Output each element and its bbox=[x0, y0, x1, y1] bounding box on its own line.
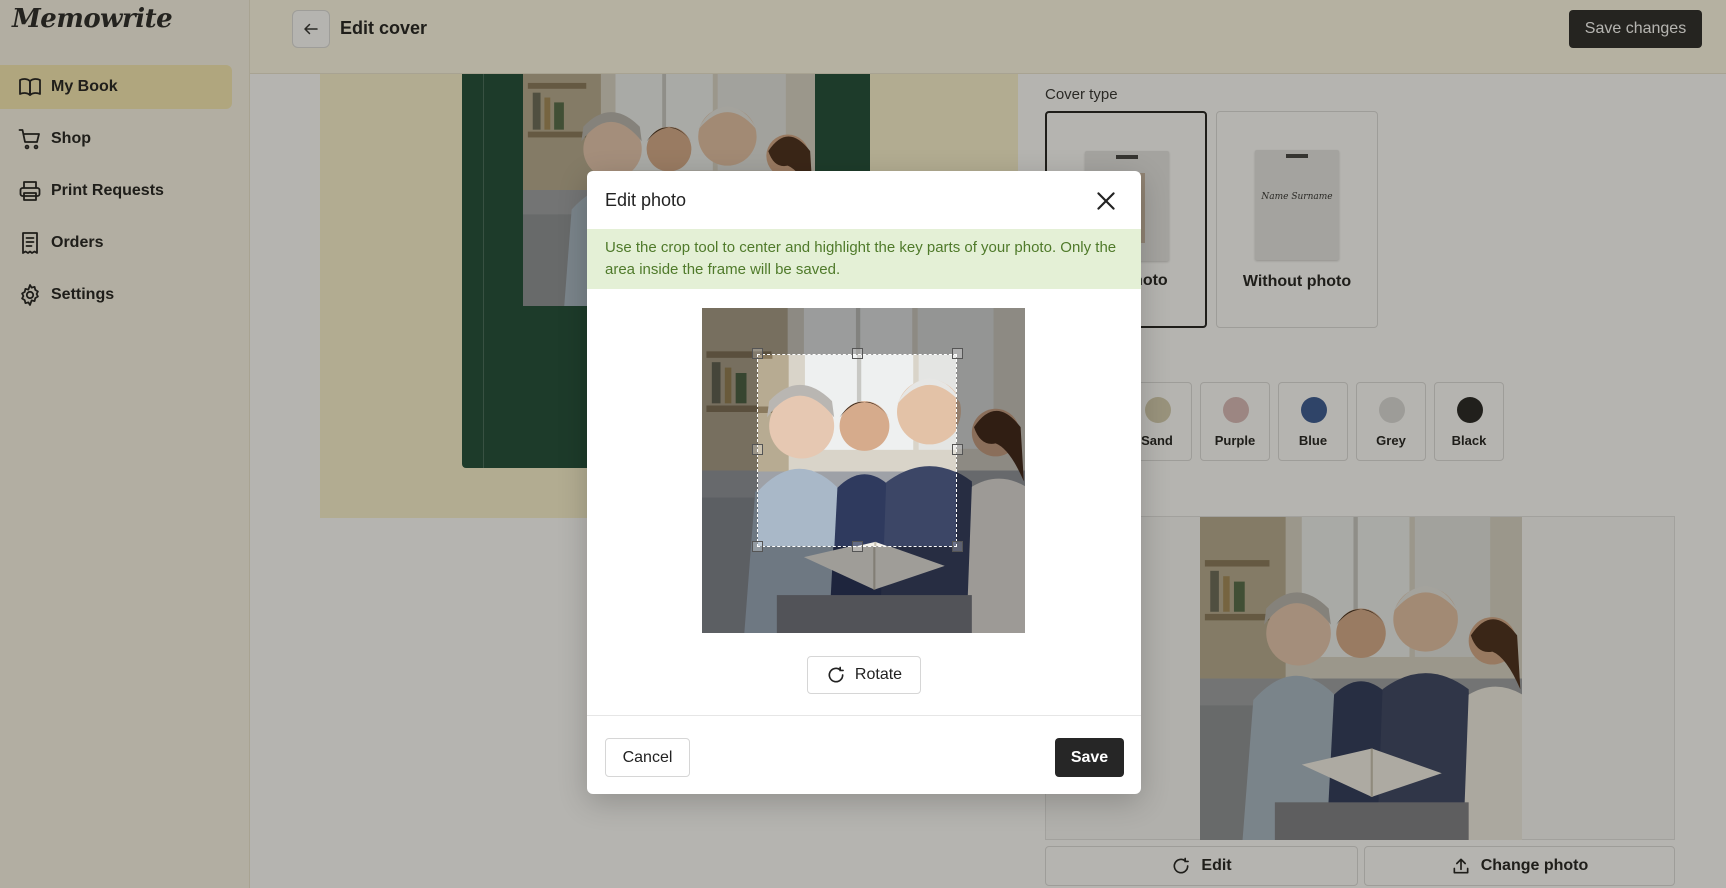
crop-handle-bottom-left[interactable] bbox=[752, 541, 763, 552]
rotate-button[interactable]: Rotate bbox=[807, 656, 921, 694]
crop-handle-bottom[interactable] bbox=[852, 541, 863, 552]
crop-frame[interactable] bbox=[757, 354, 957, 547]
cancel-button[interactable]: Cancel bbox=[605, 738, 690, 777]
modal-divider bbox=[587, 715, 1141, 716]
crop-hint: Use the crop tool to center and highligh… bbox=[587, 229, 1141, 289]
rotate-label: Rotate bbox=[854, 666, 903, 683]
close-icon bbox=[1097, 192, 1115, 210]
crop-handle-top[interactable] bbox=[852, 348, 863, 359]
modal-title: Edit photo bbox=[605, 190, 687, 210]
crop-handle-bottom-right[interactable] bbox=[952, 541, 963, 552]
edit-photo-modal: Edit photo Use the crop tool to center a… bbox=[587, 171, 1141, 794]
crop-handle-right[interactable] bbox=[952, 444, 963, 455]
save-button[interactable]: Save bbox=[1055, 738, 1124, 777]
close-button[interactable] bbox=[1093, 188, 1119, 214]
family-photo bbox=[758, 355, 956, 546]
crop-handle-top-right[interactable] bbox=[952, 348, 963, 359]
crop-handle-top-left[interactable] bbox=[752, 348, 763, 359]
rotate-icon bbox=[828, 666, 844, 683]
crop-area[interactable] bbox=[702, 308, 1025, 633]
crop-handle-left[interactable] bbox=[752, 444, 763, 455]
